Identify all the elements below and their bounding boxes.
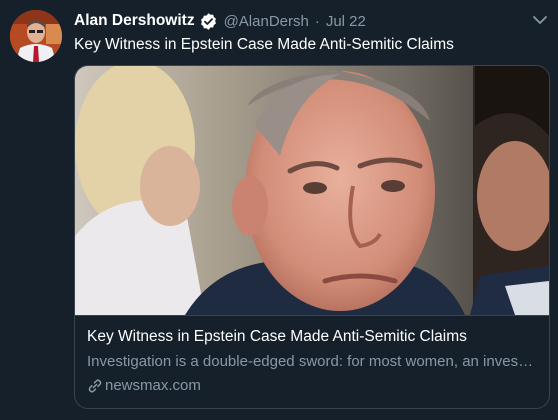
link-card[interactable]: Key Witness in Epstein Case Made Anti-Se… bbox=[74, 65, 550, 409]
tweet[interactable]: Alan Dershowitz @AlanDersh · Jul 22 Key … bbox=[0, 0, 558, 420]
link-icon bbox=[87, 378, 103, 394]
card-image[interactable] bbox=[75, 66, 549, 315]
card-body[interactable]: Key Witness in Epstein Case Made Anti-Se… bbox=[75, 315, 549, 408]
tweet-text: Key Witness in Epstein Case Made Anti-Se… bbox=[74, 36, 454, 53]
card-domain-text: newsmax.com bbox=[105, 377, 201, 394]
card-domain[interactable]: newsmax.com bbox=[87, 377, 201, 394]
avatar-photo bbox=[10, 10, 62, 62]
card-description: Investigation is a double-edged sword: f… bbox=[87, 353, 537, 370]
tweet-header: Alan Dershowitz @AlanDersh · Jul 22 bbox=[74, 10, 366, 32]
tweet-date[interactable]: Jul 22 bbox=[326, 13, 366, 30]
chevron-down-icon[interactable] bbox=[530, 12, 550, 28]
author-handle[interactable]: @AlanDersh bbox=[224, 13, 309, 30]
verified-badge-icon bbox=[199, 12, 218, 31]
author-name[interactable]: Alan Dershowitz bbox=[74, 12, 195, 30]
card-title[interactable]: Key Witness in Epstein Case Made Anti-Se… bbox=[87, 328, 467, 346]
avatar[interactable] bbox=[10, 10, 62, 62]
separator-dot: · bbox=[314, 12, 320, 30]
